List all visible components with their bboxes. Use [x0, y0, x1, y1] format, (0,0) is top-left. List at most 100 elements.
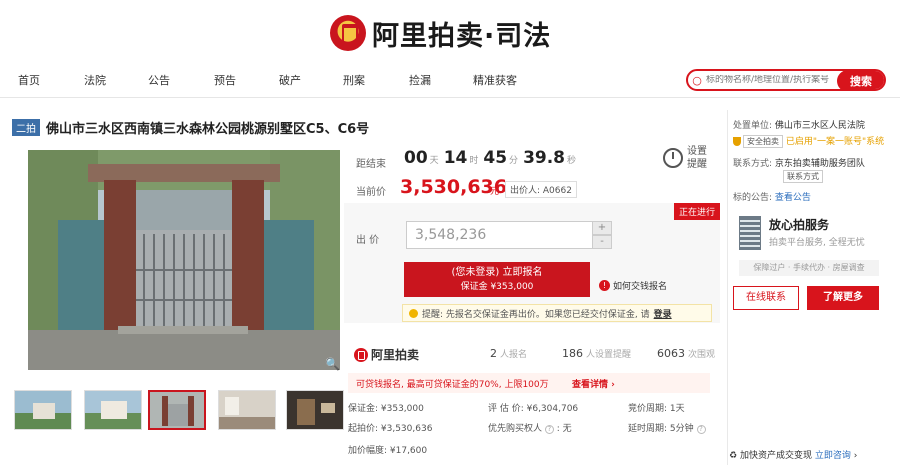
thumbnail-image	[85, 391, 141, 429]
ali-auction-brand-label: 阿里拍卖	[371, 348, 420, 362]
stat-reminders: 186 人设置提醒	[562, 347, 631, 360]
consult-text: 加快资产成交变现	[739, 451, 812, 461]
bid-stepper: + -	[592, 221, 612, 249]
countdown-timer: 00 天 14 时 45 分 39.8 秒	[404, 148, 579, 168]
appraisal-info: 评 估 价: ¥6,304,706	[488, 404, 579, 414]
page-title: 佛山市三水区西南镇三水森林公园桃源别墅区C5、C6号	[46, 122, 370, 137]
stat-reminders-value: 186	[562, 347, 583, 360]
lot-title-bar: 二拍 佛山市三水区西南镇三水森林公园桃源别墅区C5、C6号	[12, 118, 369, 137]
thumbnail-image	[15, 391, 71, 429]
nav-item-criminal[interactable]: 刑案	[343, 72, 365, 88]
auction-round-badge: 二拍	[12, 119, 40, 136]
thumbnail-2[interactable]	[84, 390, 142, 430]
login-link[interactable]: 登录	[654, 307, 672, 320]
loan-promo-text: 可贷钱报名, 最高可贷保证金的70%, 上限100万	[356, 380, 549, 390]
thumbnail-3[interactable]	[148, 390, 206, 430]
nav-item-home[interactable]: 首页	[18, 72, 40, 88]
increment-info: 加价幅度: ¥17,600	[348, 446, 428, 456]
ali-auction-logo-icon	[354, 347, 368, 362]
current-price-label: 当前价	[356, 187, 386, 198]
countdown-label: 距结束	[356, 159, 386, 170]
thumbnail-5[interactable]	[286, 390, 344, 430]
signup-button-label: (您未登录) 立即报名	[451, 267, 543, 278]
service-box: 放心拍服务 拍卖平台服务, 全程无忧 保障过户 · 手续代办 · 房屋调查	[733, 210, 883, 286]
deposit-notice: 提醒: 先报名交保证金再出价。如果您已经交付保证金, 请 登录	[402, 304, 712, 322]
consult-link[interactable]: 立即咨询	[815, 451, 851, 461]
priority-info: 优先购买权人 ? : 无	[488, 421, 572, 434]
help-icon[interactable]: ?	[544, 425, 554, 434]
stat-views-label: 次围观	[688, 350, 716, 360]
status-badge: 正在进行	[673, 203, 720, 220]
notice-text: 提醒: 先报名交保证金再出价。如果您已经交付保证金, 请	[422, 309, 650, 320]
main-property-photo[interactable]	[28, 150, 340, 370]
loan-promo-banner: 可贷钱报名, 最高可贷保证金的70%, 上限100万 查看详情 ›	[348, 373, 710, 393]
building-icon	[739, 216, 761, 250]
nav-item-marketing[interactable]: 精准获客	[473, 72, 517, 88]
delay-info: 延时周期: 5分钟 ?	[628, 421, 706, 434]
countdown-minutes: 45	[483, 148, 508, 168]
ali-auction-brand: 阿里拍卖	[354, 346, 419, 363]
current-price-unit: 元	[490, 187, 500, 197]
signup-deposit-label: 保证金 ¥353,000	[460, 282, 534, 292]
nav-item-preview[interactable]: 预告	[214, 72, 236, 88]
countdown-seconds-unit: 秒	[567, 156, 577, 166]
stat-registered: 2 人报名	[490, 347, 527, 360]
countdown-hours: 14	[443, 148, 468, 168]
bid-panel: 正在进行 出 价 + - (您未登录) 立即报名 保证金 ¥353,000 ! …	[344, 203, 720, 323]
nav-item-bargain[interactable]: 捡漏	[409, 72, 431, 88]
start-price-info: 起拍价: ¥3,530,636	[348, 424, 433, 434]
countdown-days: 00	[404, 148, 428, 168]
court-verify: 安全拍卖 已启用"一案一账号"系统	[733, 134, 884, 148]
court-name[interactable]: 佛山市三水区人民法院	[775, 121, 865, 131]
photo-thumbnails	[14, 390, 344, 432]
bid-amount-input[interactable]	[406, 221, 598, 249]
lightbulb-icon	[409, 308, 418, 318]
online-contact-button[interactable]: 在线联系	[733, 286, 799, 310]
thumbnail-image	[287, 391, 343, 429]
contact-info: 联系方式: 京东拍卖辅助服务团队	[733, 156, 865, 169]
stat-registered-label: 人报名	[500, 350, 528, 360]
contact-tag[interactable]: 联系方式	[783, 170, 823, 183]
site-title: 阿里拍卖·司法	[372, 20, 552, 52]
set-reminder-button[interactable]: 设置提醒	[663, 145, 711, 171]
search-bar: ○ 搜索	[686, 69, 886, 91]
court-unit: 处置单位: 佛山市三水区人民法院	[733, 118, 865, 131]
search-input[interactable]	[706, 75, 838, 85]
bid-increase-button[interactable]: +	[592, 221, 612, 235]
consult-banner[interactable]: ♻ 加快资产成交变现 立即咨询 ›	[729, 448, 857, 461]
thumbnail-1[interactable]	[14, 390, 72, 430]
court-label: 处置单位:	[733, 121, 773, 131]
stat-views-value: 6063	[657, 347, 685, 360]
site-logo[interactable]: 阿里拍卖·司法	[330, 12, 551, 54]
info-icon: !	[599, 280, 610, 291]
nav-item-bankruptcy[interactable]: 破产	[279, 72, 301, 88]
search-button[interactable]: 搜索	[837, 71, 884, 89]
learn-more-button[interactable]: 了解更多	[807, 286, 879, 310]
gate-photo-image	[28, 150, 340, 370]
service-subtitle: 拍卖平台服务, 全程无忧	[769, 238, 865, 248]
thumbnail-4[interactable]	[218, 390, 276, 430]
service-tags: 保障过户 · 手续代办 · 房屋调查	[739, 260, 879, 276]
signup-button[interactable]: (您未登录) 立即报名 保证金 ¥353,000	[404, 262, 590, 297]
consult-icon: ♻	[729, 451, 738, 461]
nav-item-court[interactable]: 法院	[84, 72, 106, 88]
how-to-pay-link[interactable]: ! 如何交钱报名	[599, 279, 667, 292]
view-details-link[interactable]: 查看详情 ›	[572, 377, 615, 390]
stat-views: 6063 次围观	[657, 347, 715, 360]
priority-value: : 无	[556, 424, 572, 434]
how-to-pay-label: 如何交钱报名	[613, 282, 668, 292]
stat-reminders-label: 人设置提醒	[586, 350, 632, 360]
nav-item-notice[interactable]: 公告	[148, 72, 170, 88]
announce-label: 标的公告:	[733, 193, 773, 203]
delay-label: 延时周期: 5分钟	[628, 424, 694, 434]
help-icon[interactable]: ?	[696, 425, 706, 434]
shield-icon	[733, 137, 741, 146]
countdown-minutes-unit: 分	[509, 156, 519, 166]
view-announcement-link[interactable]: 查看公告	[775, 193, 811, 203]
countdown-seconds: 39.8	[523, 148, 566, 168]
bid-decrease-button[interactable]: -	[592, 235, 612, 249]
bid-label: 出 价	[356, 235, 380, 246]
verify-text[interactable]: 已启用"一案一账号"系统	[786, 137, 884, 147]
cycle-info: 竞价周期: 1天	[628, 404, 685, 414]
zoom-icon[interactable]: 🔍	[325, 357, 340, 371]
